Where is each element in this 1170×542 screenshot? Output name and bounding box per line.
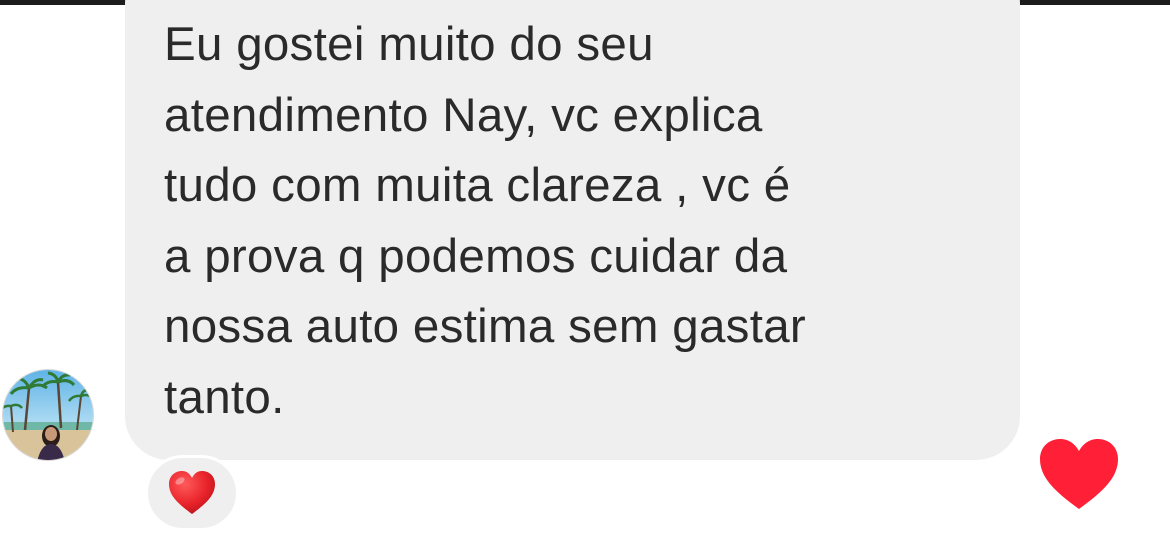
heart-icon [1040, 439, 1118, 509]
avatar-beach-photo-icon [3, 370, 93, 460]
reaction-pill[interactable] [145, 455, 239, 531]
dm-thread: Eu gostei muito do seu atendimento Nay, … [0, 0, 1170, 542]
sender-avatar[interactable] [2, 369, 94, 461]
red-heart-emoji-icon [169, 471, 215, 514]
message-text: Eu gostei muito do seu atendimento Nay, … [164, 18, 807, 424]
like-heart-button[interactable] [1038, 437, 1120, 511]
